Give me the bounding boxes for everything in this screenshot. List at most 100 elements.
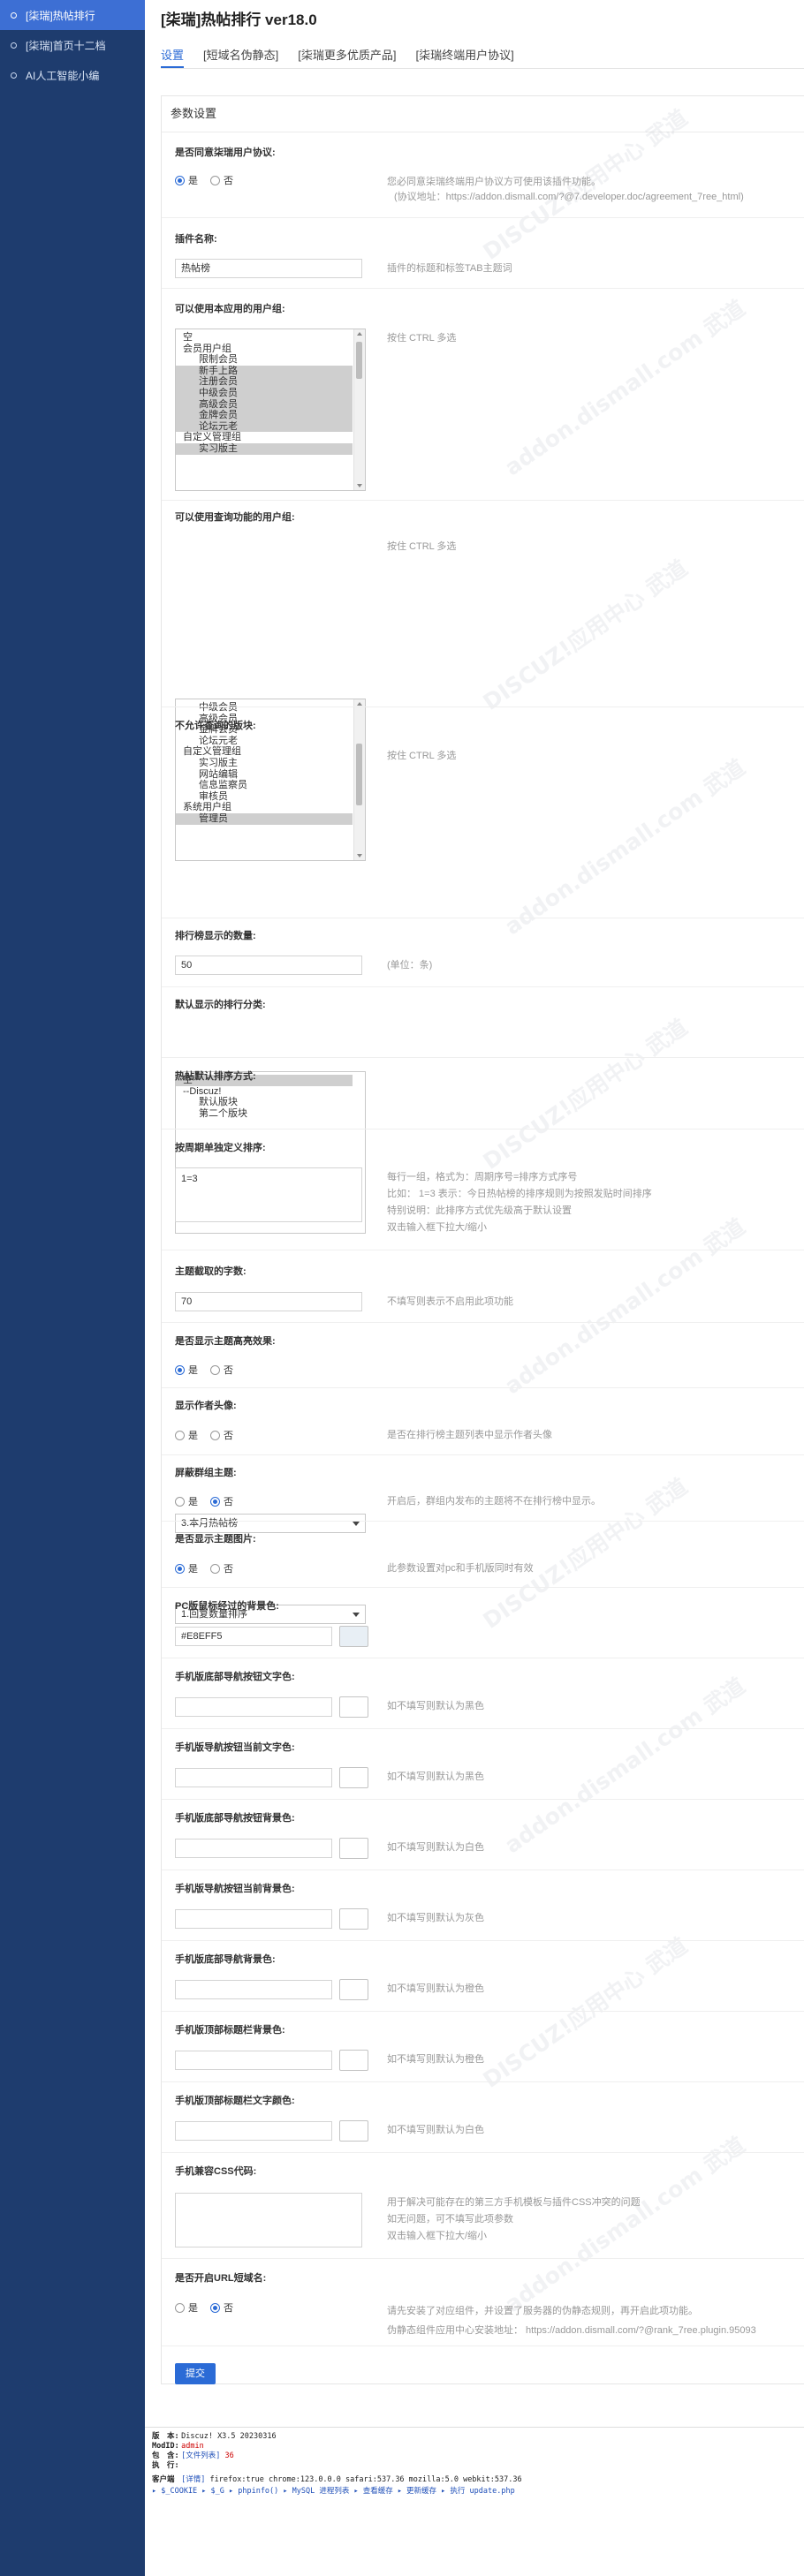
- list-option[interactable]: 论坛元老: [176, 736, 353, 747]
- hide-group-yes-radio[interactable]: 是: [175, 1494, 198, 1508]
- color-picker-button[interactable]: [339, 1626, 368, 1647]
- color-picker-button[interactable]: [339, 1838, 368, 1859]
- list-option[interactable]: 空: [176, 332, 353, 344]
- list-option[interactable]: 网站编辑: [176, 769, 353, 781]
- list-option[interactable]: 信息监察员: [176, 780, 353, 791]
- allowed-groups-multiselect[interactable]: 空会员用户组 限制会员 新手上路 注册会员 中级会员 高级会员 金牌会员 论坛元老 自定义管理组…: [175, 329, 366, 491]
- bullet-icon: [11, 72, 17, 79]
- radio-icon: [175, 1563, 185, 1574]
- m-nav-text-input[interactable]: [175, 1697, 332, 1717]
- list-option[interactable]: 中级会员: [176, 702, 353, 714]
- m-css-desc: 用于解决可能存在的第三方手机模板与插件CSS冲突的问题 如无问题，可不填写此项参…: [387, 2197, 641, 2241]
- list-option[interactable]: 管理员: [176, 812, 353, 825]
- list-option[interactable]: --Discuz!: [176, 1086, 353, 1098]
- list-option[interactable]: 中级会员: [176, 387, 353, 399]
- list-option[interactable]: 第二个版块: [176, 1108, 353, 1120]
- tab-short-url[interactable]: [短域名伪静态]: [203, 39, 278, 68]
- m-nav-bar-bg-input[interactable]: [175, 1980, 332, 1999]
- short-url-no-radio[interactable]: 否: [210, 2300, 233, 2315]
- list-option[interactable]: 自定义管理组: [176, 746, 353, 758]
- tab-more-products[interactable]: [柒瑞更多优质产品]: [298, 39, 396, 68]
- m-css-label: 手机兼容CSS代码:: [175, 2166, 257, 2177]
- m-nav-btn-bg-input[interactable]: [175, 1839, 332, 1858]
- sidebar-item-hot-rank[interactable]: [柒瑞]热帖排行: [0, 0, 145, 30]
- period-sort-label: 按周期单独定义排序:: [175, 1143, 266, 1153]
- hide-group-no-radio[interactable]: 否: [210, 1494, 233, 1508]
- sidebar-item-ai-editor[interactable]: AI人工智能小编: [0, 60, 145, 90]
- agreement-radios: 是 否: [175, 173, 246, 187]
- color-picker-button[interactable]: [339, 1979, 368, 2000]
- subject-length-label: 主题截取的字数:: [175, 1266, 247, 1277]
- list-option[interactable]: 会员用户组: [176, 344, 353, 355]
- tab-user-agreement[interactable]: [柒瑞终端用户协议]: [415, 39, 513, 68]
- color-picker-button[interactable]: [339, 1767, 368, 1788]
- color-picker-button[interactable]: [339, 2120, 368, 2142]
- radio-icon: [175, 1430, 185, 1440]
- divider: [162, 288, 804, 289]
- m-nav-current-bg-desc: 如不填写则默认为灰色: [387, 1913, 484, 1923]
- m-css-textarea[interactable]: [175, 2193, 362, 2247]
- highlight-no-radio[interactable]: 否: [210, 1363, 233, 1377]
- show-images-radios: 是 否: [175, 1561, 246, 1575]
- list-option[interactable]: 论坛元老: [176, 420, 353, 433]
- show-avatar-label: 显示作者头像:: [175, 1401, 237, 1411]
- highlight-label: 是否显示主题高亮效果:: [175, 1336, 276, 1347]
- radio-icon: [210, 1364, 220, 1375]
- debug-links[interactable]: ▸ $_COOKIE ▸ $_G ▸ phpinfo() ▸ MySQL 进程列…: [152, 2487, 515, 2497]
- m-title-bar-bg-input[interactable]: [175, 2051, 332, 2070]
- scrollbar[interactable]: [353, 699, 365, 860]
- agreement-label: 是否同意柒瑞用户协议:: [175, 147, 276, 158]
- highlight-yes-radio[interactable]: 是: [175, 1363, 198, 1377]
- list-option[interactable]: 系统用户组: [176, 802, 353, 813]
- scroll-down-icon: [357, 484, 362, 487]
- file-list-link[interactable]: [文件列表]: [181, 2451, 220, 2460]
- show-avatar-yes-radio[interactable]: 是: [175, 1428, 198, 1442]
- color-picker-button[interactable]: [339, 2050, 368, 2071]
- color-picker-button[interactable]: [339, 1908, 368, 1930]
- period-sort-textarea[interactable]: 1=3: [175, 1167, 362, 1222]
- submit-button[interactable]: 提交: [175, 2363, 216, 2384]
- pc-hover-bg-input[interactable]: #E8EFF5: [175, 1627, 332, 1646]
- m-nav-current-text-input[interactable]: [175, 1768, 332, 1787]
- agreement-no-radio[interactable]: 否: [210, 173, 233, 187]
- list-option[interactable]: 新手上路: [176, 365, 353, 377]
- list-option[interactable]: 高级会员: [176, 398, 353, 411]
- m-title-bar-text-input[interactable]: [175, 2121, 332, 2141]
- highlight-radios: 是 否: [175, 1363, 246, 1377]
- sidebar-item-label: AI人工智能小编: [26, 69, 100, 82]
- rank-count-label: 排行榜显示的数量:: [175, 931, 256, 941]
- list-option[interactable]: 实习版主: [176, 442, 353, 455]
- scroll-thumb[interactable]: [356, 744, 362, 805]
- client-detail-link[interactable]: [详情]: [181, 2475, 205, 2484]
- short-url-yes-radio[interactable]: 是: [175, 2300, 198, 2315]
- color-picker-button[interactable]: [339, 1696, 368, 1718]
- scroll-thumb[interactable]: [356, 342, 362, 379]
- list-option[interactable]: 注册会员: [176, 376, 353, 388]
- page-title: [柒瑞]热帖排行 ver18.0: [161, 11, 317, 28]
- divider: [162, 1057, 804, 1058]
- sidebar-item-home-twelve[interactable]: [柒瑞]首页十二档: [0, 30, 145, 60]
- divider: [162, 1521, 804, 1522]
- list-option[interactable]: 自定义管理组: [176, 432, 353, 443]
- hide-group-radios: 是 否: [175, 1494, 246, 1508]
- radio-icon: [210, 1496, 220, 1507]
- list-option[interactable]: 审核员: [176, 791, 353, 803]
- tab-bar: 设置 [短域名伪静态] [柒瑞更多优质产品] [柒瑞终端用户协议]: [161, 39, 804, 69]
- rank-count-input[interactable]: 50: [175, 956, 362, 975]
- tab-settings[interactable]: 设置: [161, 39, 185, 68]
- show-images-yes-radio[interactable]: 是: [175, 1561, 198, 1575]
- subject-length-input[interactable]: 70: [175, 1292, 362, 1311]
- plugin-name-input[interactable]: 热帖榜: [175, 259, 362, 278]
- agreement-yes-radio[interactable]: 是: [175, 173, 198, 187]
- scrollbar[interactable]: [353, 329, 365, 490]
- m-nav-current-bg-input[interactable]: [175, 1909, 332, 1929]
- list-option[interactable]: 限制会员: [176, 354, 353, 366]
- default-category-select[interactable]: 3.本月热帖榜: [175, 1514, 366, 1533]
- agreement-desc: 您必同意柒瑞终端用户协议方可使用该插件功能。 (协议地址：https://add…: [387, 177, 744, 202]
- sidebar-item-label: [柒瑞]热帖排行: [26, 9, 95, 22]
- list-option[interactable]: 实习版主: [176, 758, 353, 769]
- list-option[interactable]: 金牌会员: [176, 410, 353, 421]
- show-avatar-no-radio[interactable]: 否: [210, 1428, 233, 1442]
- show-images-no-radio[interactable]: 否: [210, 1561, 233, 1575]
- list-option[interactable]: 默认版块: [176, 1097, 353, 1108]
